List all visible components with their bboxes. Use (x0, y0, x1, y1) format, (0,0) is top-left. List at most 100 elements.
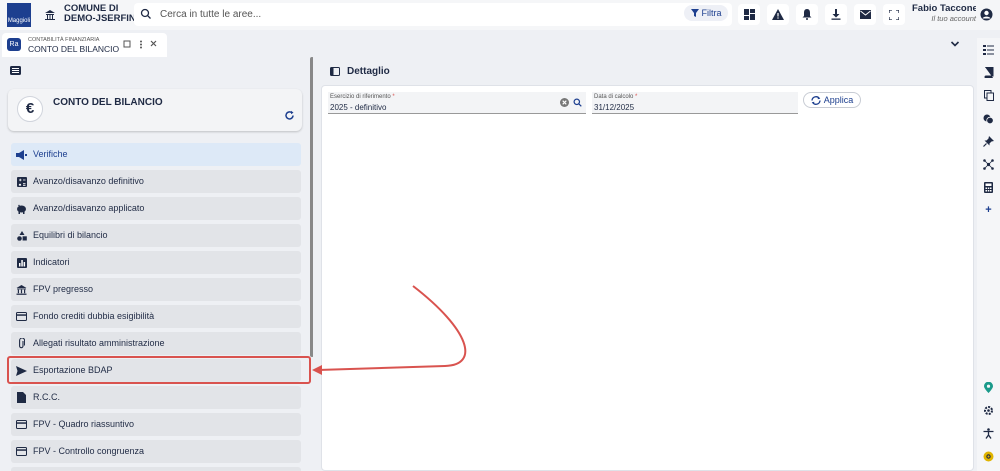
mail-button[interactable] (854, 4, 876, 25)
sidebar-item-fpv-pregresso[interactable]: FPV pregresso (11, 278, 301, 301)
filter-button[interactable]: Filtra (684, 5, 728, 21)
download-button[interactable] (825, 4, 847, 25)
user-name: Fabio Tacconelli (912, 3, 976, 14)
help-icon[interactable] (982, 450, 995, 463)
sidebar-item-label: Indicatori (33, 257, 70, 267)
fullscreen-icon (889, 9, 899, 20)
dashboard-button[interactable] (738, 4, 760, 25)
user-account[interactable]: Fabio Tacconelli Il tuo account (912, 3, 976, 27)
avatar-icon[interactable] (980, 8, 993, 21)
search-icon[interactable] (573, 98, 582, 110)
sidebar-item-label: R.C.C. (33, 392, 60, 402)
sidebar-item-label: Verifiche (33, 149, 68, 159)
apply-button[interactable]: Applica (803, 92, 861, 108)
data-calcolo-label: Data di calcolo * (594, 94, 638, 100)
refresh-icon[interactable] (284, 110, 295, 124)
filter-label: Filtra (701, 8, 722, 18)
credit-card-icon (16, 419, 27, 430)
ente-name[interactable]: COMUNE DI DEMO-JSERFIN (64, 4, 136, 24)
dashboard-icon (743, 9, 755, 20)
tab-title: CONTO DEL BILANCIO (28, 44, 120, 54)
settings-icon[interactable] (982, 404, 995, 417)
notifications-button[interactable] (796, 4, 818, 25)
coins-icon[interactable] (982, 112, 995, 125)
logo-text: Maggioli (7, 18, 31, 24)
copy-icon[interactable] (982, 89, 995, 102)
credit-card-icon (16, 311, 27, 322)
mail-icon (859, 10, 871, 19)
sidebar-item-partial[interactable] (11, 467, 301, 471)
alert-button[interactable] (767, 4, 789, 25)
tab-conto-del-bilancio[interactable]: Ra CONTABILITÀ FINANZIARIA CONTO DEL BIL… (2, 33, 167, 57)
sidebar-item-label: Avanzo/disavanzo applicato (33, 203, 145, 213)
esercizio-label: Esercizio di riferimento * (330, 94, 395, 100)
euro-icon: € (17, 96, 43, 122)
book-icon[interactable] (982, 66, 995, 79)
filter-icon (690, 9, 699, 17)
bell-icon (802, 9, 812, 20)
tab-subtitle: CONTABILITÀ FINANZIARIA (28, 37, 100, 43)
chevron-down-icon[interactable] (950, 39, 960, 49)
user-subtitle: Il tuo account (931, 14, 976, 23)
piggy-bank-icon (16, 203, 27, 214)
data-calcolo-value: 31/12/2025 (594, 103, 635, 112)
calculator-icon[interactable] (982, 181, 995, 194)
top-bar: Maggioli COMUNE DI DEMO-JSERFIN Cerca in… (0, 0, 1000, 30)
sidebar-item-label: Equilibri di bilancio (33, 230, 108, 240)
sidebar-item-label: Fondo crediti dubbia esigibilità (33, 311, 155, 321)
close-tab-icon[interactable] (150, 40, 157, 49)
sidebar-item-label: Allegati risultato amministrazione (33, 338, 165, 348)
detail-header: Dettaglio (330, 66, 390, 77)
search-input[interactable]: Cerca in tutte le aree... (160, 9, 261, 20)
sidebar: € CONTO DEL BILANCIO Verifiche Avanzo/di… (0, 57, 314, 471)
search-icon (140, 8, 152, 23)
tab-bar: Ra CONTABILITÀ FINANZIARIA CONTO DEL BIL… (0, 33, 970, 57)
tab-badge: Ra (7, 38, 21, 51)
sidebar-toggle-icon[interactable] (10, 66, 21, 78)
highlight-box (7, 356, 311, 384)
sidebar-item-rcc[interactable]: R.C.C. (11, 386, 301, 409)
paperclip-icon (16, 338, 27, 349)
sidebar-item-label: FPV - Controllo congruenza (33, 446, 145, 456)
panel-icon[interactable] (330, 67, 340, 76)
right-rail: + (977, 38, 1000, 471)
sidebar-item-label: FPV - Quadro riassuntivo (33, 419, 135, 429)
sidebar-item-label: FPV pregresso (33, 284, 94, 294)
bank-icon (43, 8, 57, 22)
document-icon (16, 392, 27, 403)
accessibility-icon[interactable] (982, 427, 995, 440)
sidebar-item-indicatori[interactable]: Indicatori (11, 251, 301, 274)
sidebar-item-avanzo-definitivo[interactable]: Avanzo/disavanzo definitivo (11, 170, 301, 193)
sidebar-item-verifiche[interactable]: Verifiche (11, 143, 301, 166)
bank-icon (16, 284, 27, 295)
global-search[interactable]: Cerca in tutte le aree... (134, 3, 732, 26)
sidebar-item-allegati[interactable]: Allegati risultato amministrazione (11, 332, 301, 355)
detail-panel: Dettaglio Esercizio di riferimento * 202… (313, 57, 977, 471)
section-title: CONTO DEL BILANCIO (53, 97, 163, 108)
download-icon (831, 9, 841, 20)
network-icon[interactable] (982, 158, 995, 171)
fullscreen-button[interactable] (883, 4, 905, 25)
clear-icon[interactable] (560, 98, 569, 110)
credit-card-icon (16, 446, 27, 457)
chart-icon (16, 257, 27, 268)
sidebar-item-fondo-crediti[interactable]: Fondo crediti dubbia esigibilità (11, 305, 301, 328)
location-icon[interactable] (982, 381, 995, 394)
esercizio-field[interactable]: Esercizio di riferimento * 2025 - defini… (328, 92, 586, 114)
list-icon[interactable] (982, 43, 995, 56)
sidebar-item-fpv-controllo[interactable]: FPV - Controllo congruenza (11, 440, 301, 463)
esercizio-value: 2025 - definitivo (330, 103, 387, 112)
tab-menu-icon[interactable] (139, 40, 143, 51)
data-calcolo-field[interactable]: Data di calcolo * 31/12/2025 (592, 92, 798, 114)
app-logo[interactable]: Maggioli (7, 3, 31, 27)
ente-line2: DEMO-JSERFIN (64, 13, 136, 24)
pin-tab-icon[interactable] (123, 40, 131, 50)
sidebar-item-avanzo-applicato[interactable]: Avanzo/disavanzo applicato (11, 197, 301, 220)
shapes-icon (16, 230, 27, 241)
plus-icon[interactable]: + (982, 203, 995, 216)
sidebar-item-equilibri[interactable]: Equilibri di bilancio (11, 224, 301, 247)
refresh-icon (811, 95, 821, 105)
calculator-icon (16, 176, 27, 187)
sidebar-item-fpv-quadro[interactable]: FPV - Quadro riassuntivo (11, 413, 301, 436)
pin-icon[interactable] (982, 135, 995, 148)
